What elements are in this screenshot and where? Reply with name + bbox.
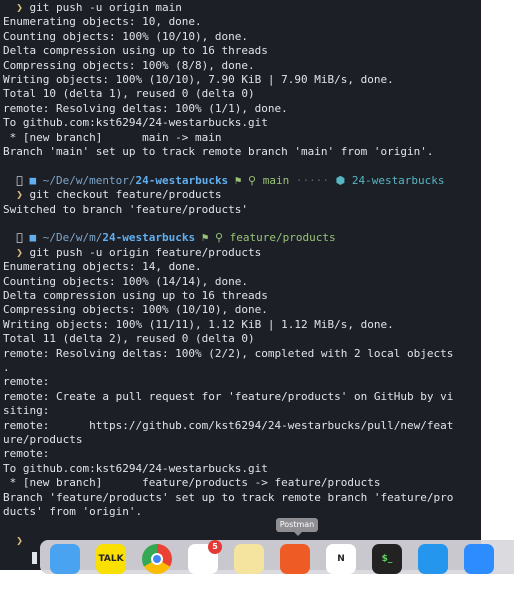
terminal-output-line: remote: https://github.com/kst6294/24-we… [3,418,454,432]
terminal-output-line: Counting objects: 100% (10/10), done. [3,29,249,43]
terminal-output-line: Total 11 (delta 2), reused 0 (delta 0) [3,332,255,346]
terminal-output-line: remote: Resolving deltas: 100% (1/1), do… [3,101,288,115]
terminal-output-line: remote: Create a pull request for 'featu… [3,389,454,403]
dock-app-notes[interactable] [234,544,264,574]
terminal-output-line: To github.com:kst6294/24-westarbucks.git [3,461,268,475]
terminal-prompt-line: ❯ [3,534,23,548]
dock-app-chrome[interactable] [142,544,172,574]
prompt-repo: 24-westarbucks [351,173,445,187]
terminal-output-line: Switched to branch 'feature/products' [3,202,249,216]
terminal-prompt-line:  ■ ~/De/w/m/24-westarbucks ⚑ ⚲ feature/… [3,231,336,245]
dock-app-postman[interactable] [280,544,310,574]
prompt-arrow-icon: ❯ [3,1,23,14]
dock-app-label: TALK [98,554,124,564]
terminal-command-line: ❯ git push -u origin feature/products [3,246,261,260]
dock-tooltip-arrow [294,532,302,536]
dock-tooltip: Postman [276,518,318,532]
git-status-icon: ⚑ ⚲ [195,231,230,245]
terminal-output-line: . [3,361,10,374]
terminal-output-line: To github.com:kst6294/24-westarbucks.git [3,116,268,130]
terminal-output-line: Enumerating objects: 10, done. [3,15,202,29]
dock-app-docker[interactable] [418,544,448,574]
terminal-output-line: Enumerating objects: 14, done. [3,260,202,274]
notification-badge: 5 [208,540,222,554]
dock-app-slack[interactable]: 5 [188,540,222,574]
prompt-dir: 24-westarbucks [102,231,196,245]
terminal-output-line: * [new branch] main -> main [3,130,222,144]
git-status-icon: ⚑ ⚲ [228,173,263,187]
prompt-dir: 24-westarbucks [135,173,229,187]
dock-app-finder[interactable] [50,544,80,574]
folder-icon: ■ [29,173,43,187]
terminal-output-line: Writing objects: 100% (10/10), 7.90 KiB … [3,73,394,86]
chrome-center-icon [151,553,163,565]
prompt-arrow-icon: ❯ [3,245,23,259]
terminal-output-line: remote: [3,447,50,461]
dock: TALK 5 N $_ [40,540,514,574]
folder-icon: ■ [29,231,43,245]
prompt-branch: main [262,173,290,187]
terminal-prompt-line:  ■ ~/De/w/mentor/24-westarbucks ⚑ ⚲ mai… [3,173,445,188]
terminal-output-line: remote: [3,375,50,389]
dock-app-terminal[interactable]: $_ [372,544,402,574]
dock-app-kakaotalk[interactable]: TALK [96,544,126,574]
terminal-output-line: Branch 'main' set up to track remote bra… [3,145,434,158]
background-panel [481,0,514,570]
terminal-output-line: Delta compression using up to 16 threads [3,289,268,302]
terminal-output-line: Counting objects: 100% (14/14), done. [3,274,249,288]
terminal-window[interactable]: ❯ git push -u origin main Enumerating obj… [0,0,481,570]
prompt-arrow-icon: ❯ [3,188,23,202]
prompt-arrow-icon: ❯ [3,533,23,547]
apple-icon:  [3,231,30,245]
terminal-command-line: ❯ git push -u origin main [3,1,182,15]
prompt-filler: ····· [289,173,336,187]
terminal-output-line: siting: [3,404,50,418]
command-text: git push -u origin main [22,1,182,14]
terminal-output-line: Branch 'feature/products' set up to trac… [3,490,454,504]
dock-app-label: $_ [381,554,393,564]
terminal-output-line: Compressing objects: 100% (8/8), done. [3,58,255,72]
prompt-path: ~/De/w/mentor/ [42,173,136,187]
command-text: git checkout feature/products [22,188,222,202]
dock-app-notion[interactable]: N [326,544,356,574]
prompt-branch: feature/products [229,231,336,245]
terminal-output-line: Delta compression using up to 16 threads [3,44,268,58]
terminal-command-line: ❯ git checkout feature/products [3,188,222,202]
apple-icon:  [3,173,30,187]
background-bottom [0,570,514,608]
command-text: git push -u origin feature/products [22,245,262,259]
terminal-output-line: ducts' from 'origin'. [3,505,143,518]
dock-app-zoom[interactable] [464,544,494,574]
terminal-output-line: ure/products [3,433,83,446]
terminal-output-line: * [new branch] feature/products -> featu… [3,476,381,490]
node-icon: ⬢ [335,173,352,187]
terminal-output-line: Total 10 (delta 1), reused 0 (delta 0) [3,87,255,101]
terminal-output-line: remote: Resolving deltas: 100% (2/2), co… [3,346,454,360]
dock-app-label: N [337,554,345,564]
terminal-cursor [32,552,37,564]
terminal-output-line: Writing objects: 100% (11/11), 1.12 KiB … [3,317,394,331]
prompt-path: ~/De/w/m/ [42,231,103,245]
terminal-output-line: Compressing objects: 100% (10/10), done. [3,303,268,317]
